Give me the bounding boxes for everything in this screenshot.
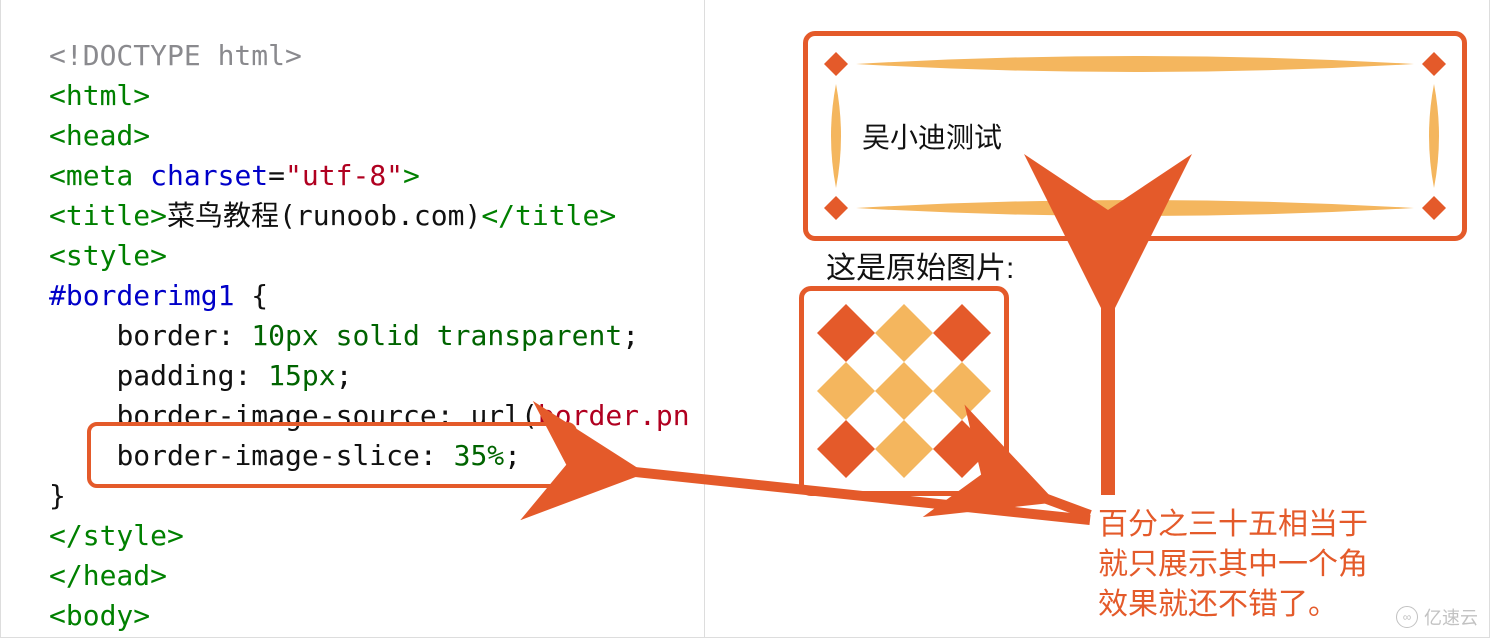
original-image-svg <box>817 304 991 478</box>
code-doctype: <!DOCTYPE html> <box>49 39 302 72</box>
watermark: ∞ 亿速云 <box>1396 604 1478 630</box>
code-block: <!DOCTYPE html> <html> <head> <meta char… <box>49 36 686 636</box>
code-html-open: <html> <box>49 79 150 112</box>
original-image <box>799 286 1009 496</box>
annotation-text: 百分之三十五相当于 就只展示其中一个角 效果就还不错了。 <box>1098 505 1368 625</box>
code-pane: <!DOCTYPE html> <html> <head> <meta char… <box>0 0 705 638</box>
highlight-slice-line <box>87 422 577 488</box>
border-image-demo: 吴小迪测试 <box>803 31 1467 241</box>
original-image-label: 这是原始图片: <box>826 243 1014 287</box>
code-head-open: <head> <box>49 119 150 152</box>
watermark-icon: ∞ <box>1396 606 1418 628</box>
watermark-text: 亿速云 <box>1424 604 1478 630</box>
demo-text: 吴小迪测试 <box>842 116 1002 156</box>
